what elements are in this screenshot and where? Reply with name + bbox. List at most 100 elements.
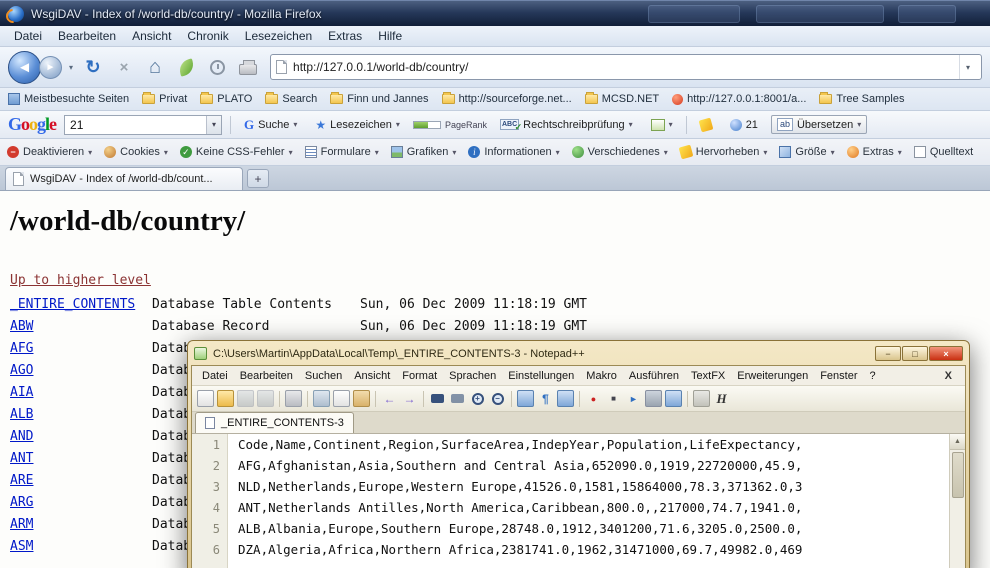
webdev-verschiedenes[interactable]: Verschiedenes▾ xyxy=(572,146,668,158)
save-icon[interactable] xyxy=(237,390,254,407)
npp-menu-fenster[interactable]: Fenster xyxy=(814,368,863,384)
play-macro-icon[interactable]: ► xyxy=(625,390,642,407)
bookmark-mcsd[interactable]: MCSD.NET xyxy=(585,93,659,105)
webdev-hervorheben[interactable]: Hervorheben▾ xyxy=(680,146,768,158)
google-search-button[interactable]: G Suche ▾ xyxy=(239,115,302,135)
menu-extras[interactable]: Extras xyxy=(320,27,370,45)
bookmark-sourceforge[interactable]: http://sourceforge.net... xyxy=(442,93,572,105)
undo-icon[interactable]: ← xyxy=(381,390,398,407)
npp-menu-sprachen[interactable]: Sprachen xyxy=(443,368,502,384)
entry-link[interactable]: AIA xyxy=(10,385,33,400)
print-button[interactable] xyxy=(235,54,261,80)
autofill-button[interactable]: ▾ xyxy=(646,117,678,133)
history-button[interactable] xyxy=(204,54,230,80)
redo-icon[interactable]: → xyxy=(401,390,418,407)
npp-menu-makro[interactable]: Makro xyxy=(580,368,623,384)
stop-button[interactable]: × xyxy=(111,54,137,80)
up-to-higher-level-link[interactable]: Up to higher level xyxy=(10,273,151,288)
url-bar[interactable]: http://127.0.0.1/world-db/country/ ▾ xyxy=(270,54,982,80)
print-icon[interactable] xyxy=(285,390,302,407)
replace-icon[interactable] xyxy=(449,390,466,407)
webdev-grafiken[interactable]: Grafiken▾ xyxy=(391,146,457,158)
reload-button[interactable]: ↻ xyxy=(80,54,106,80)
menu-chronik[interactable]: Chronik xyxy=(179,27,236,45)
menu-datei[interactable]: Datei xyxy=(6,27,50,45)
google-search-input[interactable]: 21 ▾ xyxy=(64,115,222,135)
npp-menu-ausfuehren[interactable]: Ausführen xyxy=(623,368,685,384)
zoom-in-icon[interactable]: + xyxy=(469,390,486,407)
npp-menu-textfx[interactable]: TextFX xyxy=(685,368,731,384)
bookmark-search[interactable]: Search xyxy=(265,93,317,105)
entry-link[interactable]: ASM xyxy=(10,539,33,554)
menu-hilfe[interactable]: Hilfe xyxy=(370,27,410,45)
scrollbar-thumb[interactable] xyxy=(952,452,964,498)
webdev-groesse[interactable]: Größe▾ xyxy=(779,146,834,158)
entry-link[interactable]: _ENTIRE_CONTENTS xyxy=(10,297,135,312)
notepad-editor[interactable]: 1 Code,Name,Continent,Region,SurfaceArea… xyxy=(192,434,965,568)
entry-link[interactable]: ARM xyxy=(10,517,33,532)
npp-menu-ansicht[interactable]: Ansicht xyxy=(348,368,396,384)
bookmark-localhost[interactable]: http://127.0.0.1:8001/a... xyxy=(672,93,806,105)
webdev-cookies[interactable]: Cookies▾ xyxy=(104,146,168,158)
new-file-icon[interactable] xyxy=(197,390,214,407)
spellcheck-button[interactable]: ABC✓ Rechtschreibprüfung ▾ xyxy=(495,117,638,133)
run-macro-multiple-icon[interactable] xyxy=(665,390,682,407)
menu-bearbeiten[interactable]: Bearbeiten xyxy=(50,27,124,45)
scroll-up-button[interactable]: ▲ xyxy=(950,434,966,450)
word-wrap-icon[interactable] xyxy=(517,390,534,407)
entry-link[interactable]: ARG xyxy=(10,495,33,510)
bookmark-tree-samples[interactable]: Tree Samples xyxy=(819,93,904,105)
close-button[interactable]: × xyxy=(929,346,963,361)
npp-menu-erweiterungen[interactable]: Erweiterungen xyxy=(731,368,814,384)
paste-icon[interactable] xyxy=(353,390,370,407)
vertical-scrollbar[interactable]: ▲ xyxy=(949,434,965,568)
bookmark-plato[interactable]: PLATO xyxy=(200,93,252,105)
entry-link[interactable]: ARE xyxy=(10,473,33,488)
google-bookmarks-button[interactable]: ★ Lesezeichen ▾ xyxy=(310,116,405,134)
save-macro-icon[interactable] xyxy=(645,390,662,407)
editor-lines[interactable]: 1 Code,Name,Continent,Region,SurfaceArea… xyxy=(192,434,949,568)
feed-button[interactable] xyxy=(173,54,199,80)
history-dropdown[interactable]: ▾ xyxy=(67,63,75,72)
minimize-button[interactable]: − xyxy=(875,346,901,361)
doc-switcher-icon[interactable] xyxy=(693,390,710,407)
search-history-dropdown[interactable]: ▾ xyxy=(206,116,221,134)
entry-link[interactable]: AND xyxy=(10,429,33,444)
forward-button[interactable]: ► xyxy=(39,56,62,79)
save-all-icon[interactable] xyxy=(257,390,274,407)
webdev-informationen[interactable]: iInformationen▾ xyxy=(468,146,559,158)
bookmark-finn-und-jannes[interactable]: Finn und Jannes xyxy=(330,93,428,105)
npp-menu-bearbeiten[interactable]: Bearbeiten xyxy=(234,368,299,384)
open-file-icon[interactable] xyxy=(217,390,234,407)
firefox-titlebar[interactable]: WsgiDAV - Index of /world-db/country/ - … xyxy=(0,0,990,26)
notepad-titlebar[interactable]: C:\Users\Martin\AppData\Local\Temp\_ENTI… xyxy=(191,344,966,365)
maximize-button[interactable]: □ xyxy=(902,346,928,361)
url-dropdown[interactable]: ▾ xyxy=(959,55,976,79)
entry-link[interactable]: AFG xyxy=(10,341,33,356)
url-text[interactable]: http://127.0.0.1/world-db/country/ xyxy=(293,60,953,74)
bookmark-privat[interactable]: Privat xyxy=(142,93,187,105)
home-button[interactable]: ⌂ xyxy=(142,54,168,80)
webdev-css[interactable]: ✓Keine CSS-Fehler▾ xyxy=(180,146,293,158)
highlight-button[interactable] xyxy=(695,117,717,133)
menu-ansicht[interactable]: Ansicht xyxy=(124,27,179,45)
npp-menu-einstellungen[interactable]: Einstellungen xyxy=(502,368,580,384)
entry-link[interactable]: ALB xyxy=(10,407,33,422)
word-find-counter[interactable]: 21 xyxy=(725,117,763,133)
webdev-quelltext[interactable]: Quelltext xyxy=(914,146,973,158)
entry-link[interactable]: AGO xyxy=(10,363,33,378)
npp-menu-suchen[interactable]: Suchen xyxy=(299,368,348,384)
menu-lesezeichen[interactable]: Lesezeichen xyxy=(237,27,320,45)
entry-link[interactable]: ANT xyxy=(10,451,33,466)
stop-macro-icon[interactable]: ■ xyxy=(605,390,622,407)
translate-button[interactable]: ab Übersetzen ▾ xyxy=(771,115,867,134)
show-symbols-icon[interactable]: ¶ xyxy=(537,390,554,407)
npp-close-document-button[interactable]: X xyxy=(936,370,961,382)
bookmark-meistbesuchte[interactable]: Meistbesuchte Seiten xyxy=(8,93,129,105)
npp-menu-datei[interactable]: Datei xyxy=(196,368,234,384)
npp-menu-format[interactable]: Format xyxy=(396,368,443,384)
notepad-window[interactable]: C:\Users\Martin\AppData\Local\Temp\_ENTI… xyxy=(187,340,970,568)
npp-tab-entire-contents[interactable]: _ENTIRE_CONTENTS-3 xyxy=(195,412,354,433)
copy-icon[interactable] xyxy=(333,390,350,407)
back-button[interactable]: ◄ xyxy=(8,51,41,84)
